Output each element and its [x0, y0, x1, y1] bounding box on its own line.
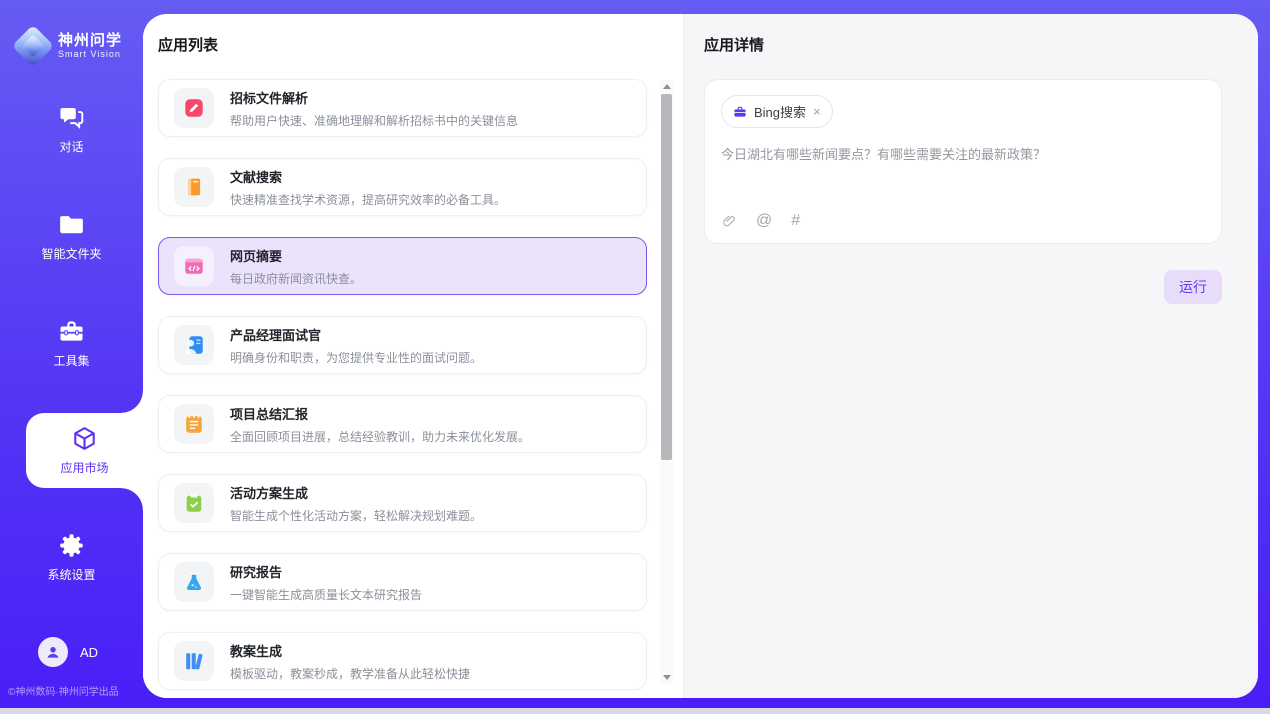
sidebar-item-settings[interactable]: 系统设置 — [0, 532, 143, 583]
pen-square-icon — [183, 97, 205, 119]
toolbox-icon — [58, 318, 85, 345]
app-title: 教案生成 — [230, 641, 470, 660]
app-icon-wrap — [174, 325, 214, 365]
books-icon — [183, 650, 205, 672]
app-title: 产品经理面试官 — [230, 325, 482, 344]
app-title: 网页摘要 — [230, 246, 362, 265]
folder-icon — [58, 211, 85, 238]
sidebar-item-chat[interactable]: 对话 — [0, 104, 143, 155]
sidebar-item-smart-folders[interactable]: 智能文件夹 — [0, 211, 143, 262]
app-icon-wrap — [174, 483, 214, 523]
main-content: 应用列表 招标文件解析 帮助用户快速、准确地理解和解析招标书中的关键信息 — [143, 14, 1258, 698]
notepad-icon — [183, 413, 205, 435]
list-scrollbar[interactable] — [660, 80, 673, 684]
app-desc: 全面回顾项目进展，总结经验教训，助力未来优化发展。 — [230, 428, 530, 445]
app-desc: 每日政府新闻资讯快查。 — [230, 270, 362, 287]
app-list-panel: 应用列表 招标文件解析 帮助用户快速、准确地理解和解析招标书中的关键信息 — [143, 14, 683, 698]
triangle-up-icon — [663, 84, 671, 89]
sidebar-item-label: 系统设置 — [47, 566, 95, 583]
app-card-literature-search[interactable]: 文献搜索 快速精准查找学术资源，提高研究效率的必备工具。 — [158, 158, 647, 216]
sidebar-bottom: AD ©神州数码·神州问学出品 — [0, 637, 143, 698]
paperclip-icon[interactable] — [721, 213, 737, 229]
sidebar-item-label: 应用市场 — [60, 459, 108, 476]
app-card-lesson-plan[interactable]: 教案生成 模板驱动，教案秒成，教学准备从此轻松快捷 — [158, 632, 647, 690]
gear-icon — [58, 532, 85, 559]
app-card-project-summary[interactable]: 项目总结汇报 全面回顾项目进展，总结经验教训，助力未来优化发展。 — [158, 395, 647, 453]
prompt-card: Bing搜索 × 今日湖北有哪些新闻要点？有哪些需要关注的最新政策？ @ # — [704, 79, 1222, 244]
triangle-down-icon — [663, 675, 671, 680]
cube-icon — [71, 425, 98, 452]
app-card-pm-interviewer[interactable]: 产品经理面试官 明确身份和职责，为您提供专业性的面试问题。 — [158, 316, 647, 374]
app-icon-wrap — [174, 562, 214, 602]
app-desc: 一键智能生成高质量长文本研究报告 — [230, 586, 422, 603]
run-row: 运行 — [704, 270, 1222, 304]
browser-code-icon — [183, 255, 205, 277]
app-card-event-plan[interactable]: 活动方案生成 智能生成个性化活动方案，轻松解决规划难题。 — [158, 474, 647, 532]
brand-logo: 神州问学 Smart Vision — [0, 0, 143, 76]
app-title: 招标文件解析 — [230, 88, 518, 107]
app-card-bid-parse[interactable]: 招标文件解析 帮助用户快速、准确地理解和解析招标书中的关键信息 — [158, 79, 647, 137]
sidebar-item-label: 工具集 — [53, 352, 89, 369]
app-icon-wrap — [174, 641, 214, 681]
close-icon[interactable]: × — [813, 105, 821, 118]
app-desc: 明确身份和职责，为您提供专业性的面试问题。 — [230, 349, 482, 366]
app-window: 神州问学 Smart Vision 对话 智能 — [0, 0, 1270, 714]
bottom-strip — [0, 708, 1270, 714]
flask-icon — [183, 571, 205, 593]
briefcase-icon — [733, 105, 747, 119]
app-card-web-summary[interactable]: 网页摘要 每日政府新闻资讯快查。 — [158, 237, 647, 295]
app-title: 研究报告 — [230, 562, 422, 581]
app-desc: 快速精准查找学术资源，提高研究效率的必备工具。 — [230, 191, 506, 208]
app-title: 文献搜索 — [230, 167, 506, 186]
app-icon-wrap — [174, 404, 214, 444]
app-title: 项目总结汇报 — [230, 404, 530, 423]
hash-icon[interactable]: # — [791, 212, 800, 230]
app-desc: 帮助用户快速、准确地理解和解析招标书中的关键信息 — [230, 112, 518, 129]
chat-icon — [58, 104, 85, 131]
sidebar: 神州问学 Smart Vision 对话 智能 — [0, 0, 143, 708]
app-title: 活动方案生成 — [230, 483, 482, 502]
app-desc: 模板驱动，教案秒成，教学准备从此轻松快捷 — [230, 665, 470, 682]
user-name: AD — [80, 645, 98, 660]
app-list-title: 应用列表 — [158, 34, 683, 55]
sidebar-item-label: 智能文件夹 — [41, 245, 101, 262]
scrollbar-thumb[interactable] — [661, 94, 672, 460]
book-icon — [183, 176, 205, 198]
sidebar-item-toolset[interactable]: 工具集 — [0, 318, 143, 369]
app-card-research-report[interactable]: 研究报告 一键智能生成高质量长文本研究报告 — [158, 553, 647, 611]
run-button[interactable]: 运行 — [1164, 270, 1222, 304]
user-account[interactable]: AD — [0, 637, 143, 667]
app-detail-title: 应用详情 — [704, 34, 1222, 55]
app-desc: 智能生成个性化活动方案，轻松解决规划难题。 — [230, 507, 482, 524]
avatar — [38, 637, 68, 667]
brand-subtitle: Smart Vision — [58, 49, 122, 59]
sidebar-item-app-market[interactable]: 应用市场 — [26, 413, 143, 488]
app-detail-panel: 应用详情 Bing搜索 × 今日湖北有哪些新闻要点？有哪些需要关注的最新政策？ — [683, 14, 1258, 698]
tool-tag-label: Bing搜索 — [754, 102, 806, 121]
gem-logo-icon — [12, 25, 54, 67]
app-icon-wrap — [174, 88, 214, 128]
sidebar-nav: 对话 智能文件夹 — [0, 76, 143, 611]
brand-name: 神州问学 — [58, 33, 122, 50]
copyright-text: ©神州数码·神州问学出品 — [0, 683, 143, 698]
user-icon — [45, 644, 61, 660]
at-icon[interactable]: @ — [756, 212, 772, 230]
app-cards: 招标文件解析 帮助用户快速、准确地理解和解析招标书中的关键信息 文献搜索 — [158, 79, 647, 690]
scroll-up-button[interactable] — [660, 80, 673, 93]
scroll-down-button[interactable] — [660, 671, 673, 684]
app-icon-wrap — [174, 167, 214, 207]
interviewer-icon — [183, 334, 205, 356]
prompt-input[interactable]: 今日湖北有哪些新闻要点？有哪些需要关注的最新政策？ — [721, 145, 1205, 165]
app-icon-wrap — [174, 246, 214, 286]
prompt-toolbar: @ # — [721, 212, 1205, 230]
sidebar-item-label: 对话 — [59, 138, 83, 155]
clipboard-check-icon — [183, 492, 205, 514]
tool-tag-bing-search[interactable]: Bing搜索 × — [721, 95, 833, 128]
